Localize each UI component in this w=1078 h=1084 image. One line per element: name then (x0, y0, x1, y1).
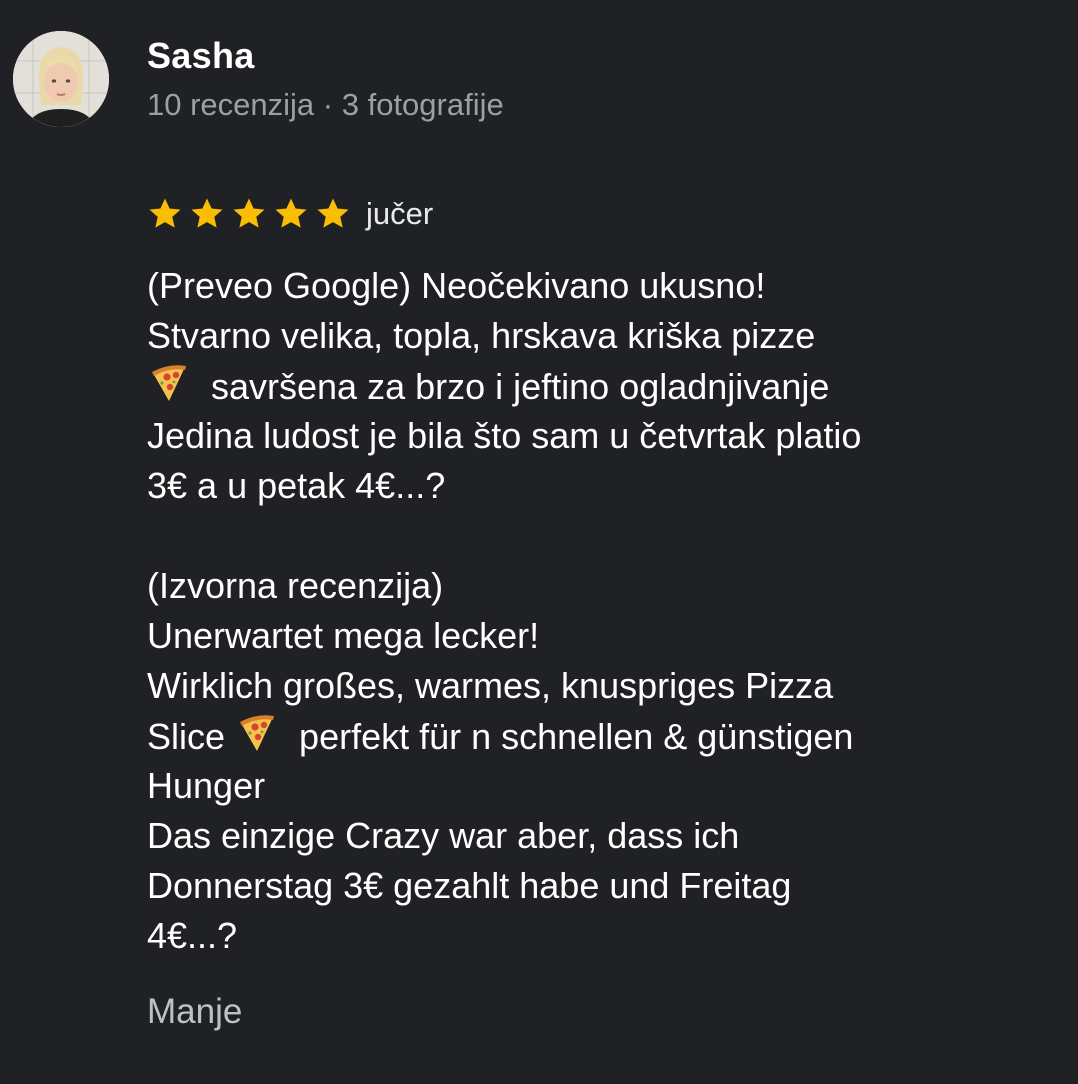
photos-count: 3 fotografije (341, 87, 504, 122)
translated-line: 3€ a u petak 4€...? (147, 465, 446, 506)
review-date: jučer (366, 196, 434, 231)
rating-row: jučer (146, 193, 433, 235)
avatar-photo (13, 31, 109, 127)
star-icon (275, 198, 307, 228)
original-line: Unerwartet mega lecker! (147, 615, 540, 656)
original-line: 4€...? (147, 915, 238, 956)
original-line: Wirklich großes, warmes, knuspriges Pizz… (147, 665, 834, 706)
reviews-count: 10 recenzija (147, 87, 315, 122)
reviewer-avatar[interactable] (13, 31, 109, 127)
translated-line-with-emoji: savršena za brzo i jeftino ogladnjivanje (147, 361, 1052, 411)
reviewer-name[interactable]: Sasha (147, 34, 255, 78)
original-line: Hunger (147, 765, 266, 806)
show-less-button[interactable]: Manje (147, 989, 242, 1035)
review-text: (Preveo Google) Neočekivano ukusno! Stva… (147, 261, 1052, 961)
star-rating (146, 195, 356, 233)
translated-line: Jedina ludost je bila što sam u četvrtak… (147, 415, 862, 456)
pizza-slice-icon (152, 365, 186, 401)
original-line: Slice (147, 716, 226, 757)
star-icon (317, 198, 349, 228)
star-icon (191, 198, 223, 228)
reviewer-stats: 10 recenzija · 3 fotografije (147, 85, 504, 125)
original-line-with-emoji: Slice perfekt für n schnellen & günstige… (147, 711, 1052, 761)
translated-line: Stvarno velika, topla, hrskava kriška pi… (147, 315, 816, 356)
stats-separator: · (322, 87, 334, 122)
pizza-slice-icon (240, 715, 275, 751)
original-line: perfekt für n schnellen & günstigen (299, 716, 854, 757)
original-line: Donnerstag 3€ gezahlt habe und Freitag (147, 865, 792, 906)
star-icon (233, 198, 265, 228)
translated-line: savršena za brzo i jeftino ogladnjivanje (211, 366, 830, 407)
star-icon (149, 198, 181, 228)
original-line: Das einzige Crazy war aber, dass ich (147, 815, 740, 856)
original-line: (Izvorna recenzija) (147, 565, 444, 606)
translated-line: (Preveo Google) Neočekivano ukusno! (147, 265, 766, 306)
